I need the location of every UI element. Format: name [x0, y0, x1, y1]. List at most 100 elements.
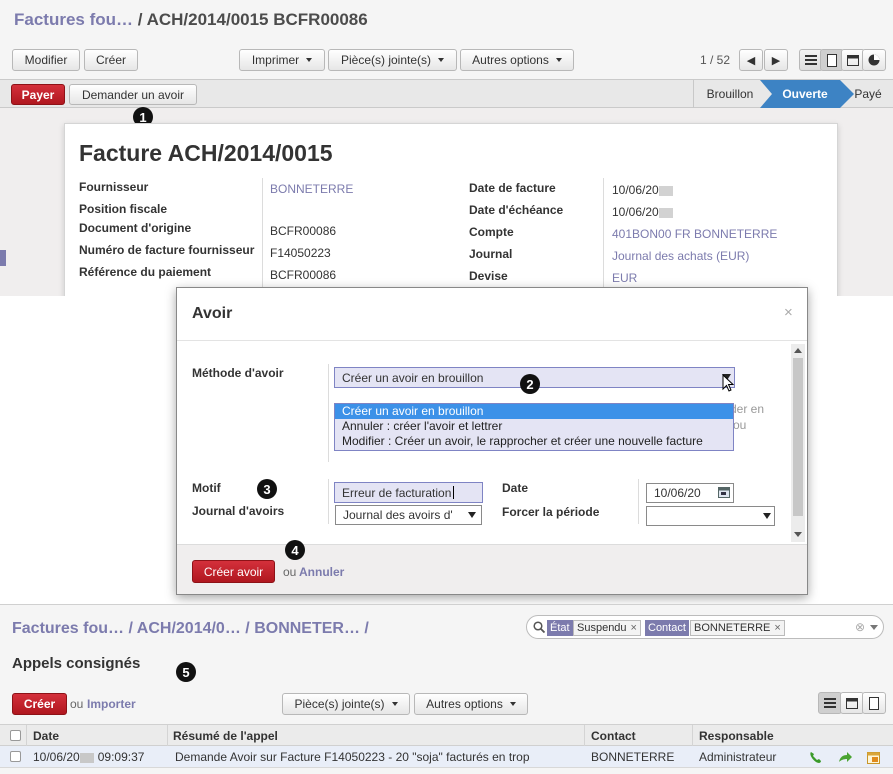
- logged-calls-view: Factures fou… / ACH/2014/0… / BONNETER… …: [0, 604, 893, 774]
- form-view-icon: [827, 53, 837, 67]
- create-button[interactable]: Créer: [12, 693, 67, 715]
- previous-record-button[interactable]: ◀: [739, 49, 763, 71]
- remove-facet-icon[interactable]: ×: [631, 622, 637, 634]
- create-button[interactable]: Créer: [84, 49, 138, 71]
- field-value-payment-reference: BCFR00086: [270, 268, 337, 282]
- calendar-icon: [846, 698, 858, 709]
- table-row[interactable]: 10/06/20 09:09:37 Demande Avoir sur Factu…: [0, 746, 893, 768]
- attachments-menu-button[interactable]: Pièce(s) jointe(s): [328, 49, 457, 71]
- row-time-text: 09:09:37: [97, 750, 145, 764]
- schedule-meeting-icon[interactable]: [867, 750, 880, 764]
- more-options-menu-button[interactable]: Autres options: [414, 693, 528, 715]
- remove-facet-icon[interactable]: ×: [774, 622, 780, 634]
- refund-method-option[interactable]: Modifier : Créer un avoir, le rapprocher…: [335, 434, 733, 449]
- calendar-view-button[interactable]: [840, 692, 864, 714]
- breadcrumb-current: ACH/2014/0015 BCFR00086: [146, 10, 368, 29]
- print-menu-button[interactable]: Imprimer: [239, 49, 325, 71]
- breadcrumb-link[interactable]: Factures fou…: [12, 620, 124, 637]
- create-refund-button[interactable]: Créer avoir: [192, 560, 275, 583]
- row-checkbox[interactable]: [10, 751, 21, 762]
- or-text: ou: [283, 565, 297, 579]
- import-link[interactable]: Importer: [87, 697, 136, 711]
- stage-draft[interactable]: Brouillon: [694, 80, 766, 108]
- more-options-label: Autres options: [426, 697, 503, 711]
- side-accent-marker: [0, 250, 6, 266]
- column-separator: [603, 178, 604, 293]
- field-label-supplier-invoice-number: Numéro de facture fournisseur: [79, 243, 255, 257]
- column-separator: [26, 725, 27, 747]
- callout-marker: 2: [520, 374, 540, 394]
- edit-button[interactable]: Modifier: [12, 49, 80, 71]
- column-header-summary[interactable]: Résumé de l'appel: [173, 729, 278, 743]
- row-date-text: 10/06/20: [33, 750, 80, 764]
- invoice-title: Facture ACH/2014/0015: [79, 140, 333, 166]
- cancel-link[interactable]: Annuler: [299, 565, 344, 579]
- facet-value-text: BONNETERRE: [694, 622, 771, 634]
- row-responsible: Administrateur: [699, 750, 777, 764]
- caret-down-icon: [391, 702, 398, 706]
- breadcrumb-parent-link[interactable]: Factures fou…: [14, 10, 133, 29]
- column-separator: [584, 725, 585, 747]
- breadcrumb-link[interactable]: BONNETER…: [254, 620, 360, 637]
- refund-dialog: Avoir × Méthode d'avoir Créer un avoir e…: [176, 287, 808, 595]
- row-contact: BONNETERRE: [591, 750, 675, 764]
- forward-arrow-icon[interactable]: [838, 751, 852, 764]
- field-value-currency[interactable]: EUR: [612, 271, 637, 285]
- refund-method-option[interactable]: Créer un avoir en brouillon: [335, 404, 733, 419]
- phone-icon[interactable]: [809, 751, 822, 764]
- list-view-icon: [824, 698, 836, 708]
- dialog-scrollbar[interactable]: [791, 344, 805, 542]
- list-view-button[interactable]: [818, 692, 842, 714]
- field-label-journal: Journal: [469, 247, 513, 261]
- row-summary: Demande Avoir sur Facture F14050223 - 20…: [175, 750, 530, 764]
- scrollbar-thumb[interactable]: [793, 358, 803, 516]
- dialog-footer: Créer avoir 4 ou Annuler: [177, 540, 807, 594]
- attachments-menu-button[interactable]: Pièce(s) jointe(s): [282, 693, 410, 715]
- dialog-title: Avoir: [192, 305, 233, 322]
- column-header-date[interactable]: Date: [33, 729, 59, 743]
- due-date-text: 10/06/20: [612, 205, 659, 219]
- pay-button[interactable]: Payer: [11, 84, 65, 105]
- field-value-account[interactable]: 401BON00 FR BONNETERRE: [612, 227, 777, 241]
- field-value-origin-document: BCFR00086: [270, 224, 337, 238]
- dialog-header: Avoir ×: [177, 288, 807, 341]
- callout-marker: 4: [285, 540, 305, 560]
- field-value-journal[interactable]: Journal des achats (EUR): [612, 249, 749, 263]
- occluded-help-text: ou: [733, 418, 747, 432]
- or-text: ou: [70, 697, 84, 711]
- callout-marker: 5: [176, 662, 196, 682]
- column-header-responsible[interactable]: Responsable: [699, 729, 774, 743]
- clear-search-icon[interactable]: ⊗: [855, 620, 865, 634]
- field-label-origin-document: Document d'origine: [79, 221, 192, 235]
- search-options-icon[interactable]: [870, 625, 878, 631]
- calendar-icon[interactable]: [718, 487, 730, 498]
- column-separator: [328, 479, 329, 524]
- stage-open[interactable]: Ouverte: [770, 80, 840, 108]
- force-period-select[interactable]: [646, 506, 775, 526]
- close-icon[interactable]: ×: [784, 304, 793, 321]
- request-refund-button[interactable]: Demander un avoir: [69, 84, 197, 105]
- stage-paid[interactable]: Payé: [848, 80, 888, 108]
- caret-down-icon: [555, 58, 562, 62]
- graph-view-button[interactable]: [862, 49, 886, 71]
- date-input-value: 10/06/20: [654, 486, 701, 500]
- scroll-up-icon[interactable]: [794, 347, 802, 353]
- refund-method-options: Créer un avoir en brouillon Annuler : cr…: [334, 403, 734, 451]
- form-view-button[interactable]: [862, 692, 886, 714]
- field-value-supplier[interactable]: BONNETERRE: [270, 182, 353, 196]
- select-all-checkbox[interactable]: [10, 730, 21, 741]
- breadcrumb-separator: /: [137, 10, 143, 29]
- facet-key-contact: Contact: [645, 620, 689, 636]
- scroll-down-icon[interactable]: [794, 532, 802, 538]
- next-record-button[interactable]: ▶: [764, 49, 788, 71]
- breadcrumb-link[interactable]: ACH/2014/0…: [137, 620, 241, 637]
- facet-value-contact[interactable]: BONNETERRE ×: [690, 620, 785, 636]
- facet-value-state[interactable]: Suspendu ×: [573, 620, 641, 636]
- column-header-contact[interactable]: Contact: [591, 729, 636, 743]
- refund-journal-select[interactable]: Journal des avoirs d': [335, 505, 482, 525]
- more-options-menu-button[interactable]: Autres options: [460, 49, 574, 71]
- refund-method-option[interactable]: Annuler : créer l'avoir et lettrer: [335, 419, 733, 434]
- column-separator: [167, 725, 168, 747]
- reason-input[interactable]: Erreur de facturation: [334, 482, 483, 503]
- search-bar[interactable]: État Suspendu × Contact BONNETERRE × ⊗: [526, 615, 884, 639]
